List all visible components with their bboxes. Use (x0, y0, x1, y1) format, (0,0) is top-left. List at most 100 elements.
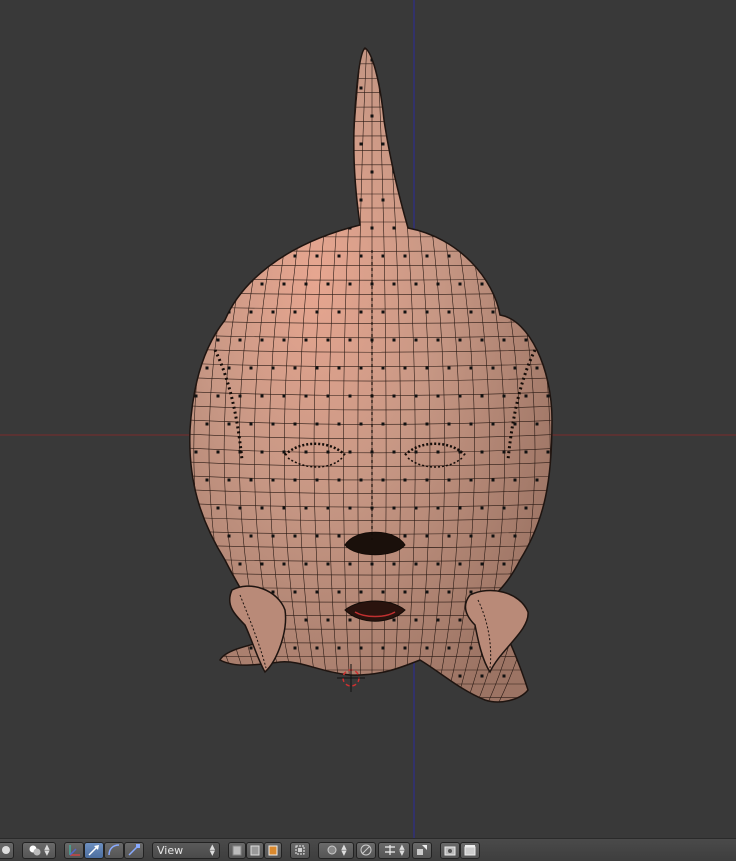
mesh-vertex (569, 507, 572, 510)
viewport-canvas[interactable] (0, 0, 736, 838)
mesh-vertex (316, 703, 319, 706)
mesh-vertex (546, 618, 550, 622)
mesh-vertex (425, 310, 429, 314)
mesh-vertex (184, 703, 187, 706)
mesh-vertex (337, 590, 341, 594)
mesh-vertex (293, 254, 297, 258)
mesh-vertex (216, 562, 220, 566)
mesh-vertex (294, 703, 297, 706)
mesh-vertex (326, 338, 330, 342)
pivot-point-icon[interactable]: ▲ ▼ (318, 841, 354, 859)
render-icon[interactable] (440, 841, 460, 859)
view-menu[interactable]: View ▲ ▼ (152, 841, 220, 859)
mesh-vertex (569, 115, 572, 118)
view-menu-label: View (157, 843, 184, 857)
mesh-vertex (326, 58, 330, 62)
mesh-vertex (293, 646, 297, 650)
rotate-icon[interactable] (104, 841, 124, 859)
3d-viewport[interactable] (0, 0, 736, 838)
mesh-vertex (293, 590, 297, 594)
mesh-vertex (250, 703, 253, 706)
mesh-vertex (260, 338, 264, 342)
mesh-vertex (436, 226, 440, 230)
solid-shading-icon[interactable] (228, 841, 246, 859)
mesh-vertex (580, 703, 583, 706)
mesh-vertex (238, 394, 242, 398)
mesh-vertex (458, 58, 462, 62)
mesh-vertex (447, 254, 451, 258)
mesh-vertex (293, 422, 297, 426)
mesh-vertex (205, 254, 209, 258)
mesh-vertex (271, 142, 275, 146)
mesh-vertex (173, 283, 176, 286)
mesh-vertex (458, 394, 462, 398)
mesh-vertex (359, 366, 363, 370)
wireframe-shading-icon[interactable] (246, 841, 264, 859)
mesh-vertex (546, 450, 550, 454)
texture-shading-icon[interactable] (264, 841, 282, 859)
snap-element-icon[interactable] (412, 841, 432, 859)
mesh-vertex (558, 255, 561, 258)
mesh-vertex (580, 591, 583, 594)
mesh-vertex (184, 143, 187, 146)
mesh-vertex (480, 506, 484, 510)
mesh-vertex (502, 338, 506, 342)
mesh-vertex (359, 142, 363, 146)
mesh-vertex (249, 86, 253, 90)
mesh-vertex (546, 562, 550, 566)
mesh-vertex (360, 703, 363, 706)
mesh-vertex (458, 282, 462, 286)
mesh-vertex (535, 254, 539, 258)
mesh-vertex (228, 703, 231, 706)
mesh-vertex (414, 170, 418, 174)
mesh-vertex (524, 674, 528, 678)
head-mesh[interactable] (150, 35, 605, 720)
mesh-vertex (558, 647, 561, 650)
mesh-vertex (359, 590, 363, 594)
mesh-vertex (591, 675, 594, 678)
mesh-vertex (304, 58, 308, 62)
mesh-vertex (249, 254, 253, 258)
mesh-vertex (381, 198, 385, 202)
shading-mode-icon[interactable]: ▲ ▼ (22, 841, 56, 859)
mesh-vertex (392, 282, 396, 286)
mesh-vertex (271, 534, 275, 538)
scale-icon[interactable] (124, 841, 144, 859)
render-animation-icon[interactable] (460, 841, 480, 859)
mesh-vertex (558, 591, 561, 594)
mesh-vertex (162, 423, 165, 426)
mesh-vertex (591, 59, 594, 62)
mesh-vertex (392, 674, 396, 678)
mesh-vertex (580, 647, 583, 650)
mesh-vertex (151, 339, 154, 342)
mesh-vertex (546, 58, 550, 62)
editor-type-icon[interactable] (0, 841, 14, 859)
mesh-vertex (151, 619, 154, 622)
mesh-vertex (425, 646, 429, 650)
mesh-vertex (425, 198, 429, 202)
mesh-vertex (337, 478, 341, 482)
mesh-vertex (458, 562, 462, 566)
mesh-vertex (381, 86, 385, 90)
mesh-vertex (392, 506, 396, 510)
proportional-edit-icon[interactable] (356, 841, 376, 859)
mesh-vertex (458, 618, 462, 622)
mesh-vertex (513, 142, 517, 146)
mesh-vertex (173, 339, 176, 342)
mesh-vertex (194, 450, 198, 454)
mesh-vertex (162, 647, 165, 650)
mesh-vertex (348, 282, 352, 286)
mesh-vertex (524, 170, 528, 174)
mesh-vertex (546, 114, 550, 118)
mesh-vertex (173, 115, 176, 118)
layer-button-icon[interactable] (290, 841, 310, 859)
mesh-vertex (602, 535, 605, 538)
mesh-vertex (436, 170, 440, 174)
mesh-vertex (315, 254, 319, 258)
manipulator-icon[interactable] (64, 841, 84, 859)
snap-icon[interactable]: ▲ ▼ (378, 841, 410, 859)
mesh-vertex (447, 478, 451, 482)
mesh-vertex (447, 646, 451, 650)
translate-icon[interactable] (84, 841, 104, 859)
mesh-vertex (403, 86, 407, 90)
